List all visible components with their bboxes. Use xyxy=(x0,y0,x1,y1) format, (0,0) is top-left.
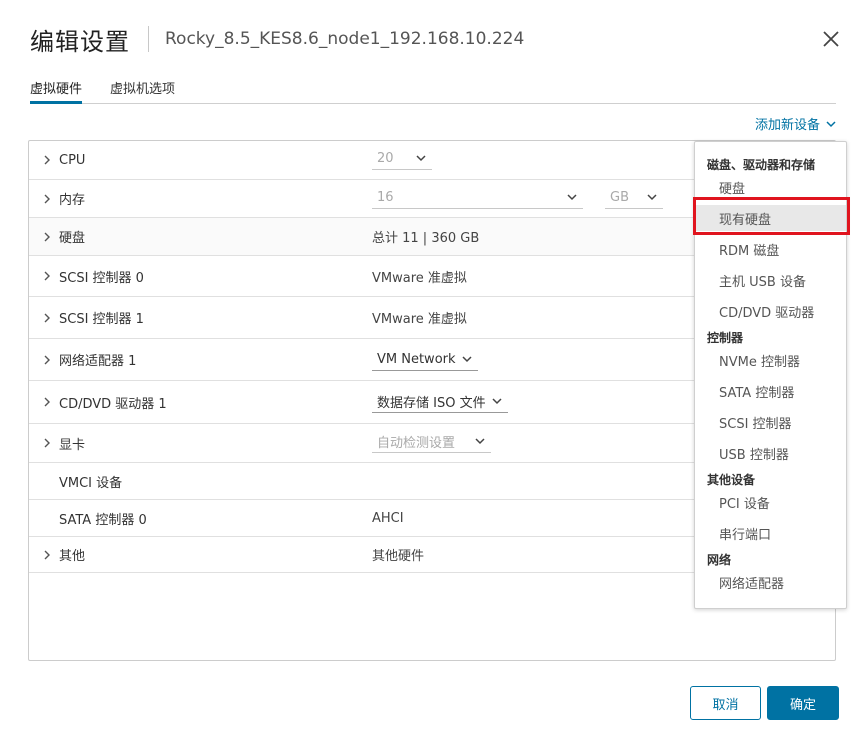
chevron-right-icon[interactable] xyxy=(43,313,51,323)
highlight-annotation xyxy=(693,197,850,235)
chevron-right-icon[interactable] xyxy=(43,155,51,165)
chevron-down-icon xyxy=(567,194,577,201)
hw-label-cpu: CPU xyxy=(59,152,86,168)
hw-value-sata0: AHCI xyxy=(372,510,404,526)
menu-group-controllers: 控制器 xyxy=(707,331,744,345)
hw-label-other: 其他 xyxy=(59,549,86,564)
chevron-down-icon xyxy=(492,398,502,405)
close-icon[interactable] xyxy=(820,28,842,50)
menu-item-rdm-disk[interactable]: RDM 磁盘 xyxy=(695,236,846,262)
menu-item-network-adapter[interactable]: 网络适配器 xyxy=(695,569,846,595)
chevron-down-icon xyxy=(475,438,485,445)
cpu-count-value: 20 xyxy=(377,151,394,166)
menu-item-pci[interactable]: PCI 设备 xyxy=(695,489,846,515)
chevron-down-icon xyxy=(647,194,657,201)
chevron-right-icon[interactable] xyxy=(43,397,51,407)
menu-group-other: 其他设备 xyxy=(707,473,756,487)
add-new-device-button[interactable]: 添加新设备 xyxy=(755,114,836,133)
chevron-down-icon xyxy=(826,120,836,127)
dialog-title: 编辑设置 xyxy=(30,27,130,56)
menu-item-usb[interactable]: USB 控制器 xyxy=(695,440,846,466)
chevron-right-icon[interactable] xyxy=(43,438,51,448)
hw-value-disk: 总计 11 | 360 GB xyxy=(372,231,480,246)
hw-value-scsi0: VMware 准虚拟 xyxy=(372,270,467,286)
hw-label-disk: 硬盘 xyxy=(59,231,86,246)
menu-item-serial[interactable]: 串行端口 xyxy=(695,520,846,546)
chevron-right-icon[interactable] xyxy=(43,271,51,281)
chevron-right-icon[interactable] xyxy=(43,232,51,242)
hw-label-scsi0: SCSI 控制器 0 xyxy=(59,270,144,286)
vm-name: Rocky_8.5_KES8.6_node1_192.168.10.224 xyxy=(165,29,525,49)
chevron-down-icon xyxy=(462,356,472,363)
menu-group-storage: 磁盘、驱动器和存储 xyxy=(707,158,816,172)
hw-label-network: 网络适配器 1 xyxy=(59,354,137,369)
hw-label-memory: 内存 xyxy=(59,193,86,208)
cddvd-source-value: 数据存储 ISO 文件 xyxy=(377,396,486,411)
chevron-right-icon[interactable] xyxy=(43,550,51,560)
hw-label-video: 显卡 xyxy=(59,437,86,453)
hw-value-other: 其他硬件 xyxy=(372,549,425,564)
hw-label-sata0: SATA 控制器 0 xyxy=(59,512,147,528)
dialog-header: 编辑设置 Rocky_8.5_KES8.6_node1_192.168.10.2… xyxy=(30,22,524,56)
chevron-down-icon xyxy=(416,155,426,162)
ok-button[interactable]: 确定 xyxy=(767,686,839,720)
menu-group-network: 网络 xyxy=(707,553,732,567)
hw-label-cddvd: CD/DVD 驱动器 1 xyxy=(59,396,167,412)
hw-label-vmci: VMCI 设备 xyxy=(59,475,123,491)
chevron-right-icon[interactable] xyxy=(43,355,51,365)
menu-item-scsi[interactable]: SCSI 控制器 xyxy=(695,409,846,435)
memory-unit-select[interactable]: GB xyxy=(605,187,663,209)
video-settings-select[interactable]: 自动检测设置 xyxy=(372,431,491,453)
menu-item-sata[interactable]: SATA 控制器 xyxy=(695,378,846,404)
tab-vm-options[interactable]: 虚拟机选项 xyxy=(110,76,175,103)
network-select[interactable]: VM Network xyxy=(372,349,478,371)
video-settings-value: 自动检测设置 xyxy=(377,436,456,451)
menu-item-nvme[interactable]: NVMe 控制器 xyxy=(695,347,846,373)
add-new-device-label: 添加新设备 xyxy=(755,118,821,133)
cddvd-source-select[interactable]: 数据存储 ISO 文件 xyxy=(372,391,508,413)
tab-bar: 虚拟硬件 虚拟机选项 xyxy=(30,76,836,104)
edit-settings-dialog: 编辑设置 Rocky_8.5_KES8.6_node1_192.168.10.2… xyxy=(0,0,865,740)
menu-item-cd-dvd[interactable]: CD/DVD 驱动器 xyxy=(695,298,846,324)
menu-item-host-usb[interactable]: 主机 USB 设备 xyxy=(695,267,846,293)
memory-unit-value: GB xyxy=(610,190,629,205)
memory-size-input[interactable]: 16 xyxy=(372,187,583,209)
hw-value-scsi1: VMware 准虚拟 xyxy=(372,312,467,327)
chevron-right-icon[interactable] xyxy=(43,194,51,204)
network-value: VM Network xyxy=(377,352,456,367)
memory-size-value: 16 xyxy=(377,190,394,205)
cancel-button[interactable]: 取消 xyxy=(690,686,761,720)
tab-virtual-hardware[interactable]: 虚拟硬件 xyxy=(30,76,83,104)
hw-label-scsi1: SCSI 控制器 1 xyxy=(59,312,144,327)
title-divider xyxy=(148,26,149,52)
cpu-count-select[interactable]: 20 xyxy=(372,148,432,170)
